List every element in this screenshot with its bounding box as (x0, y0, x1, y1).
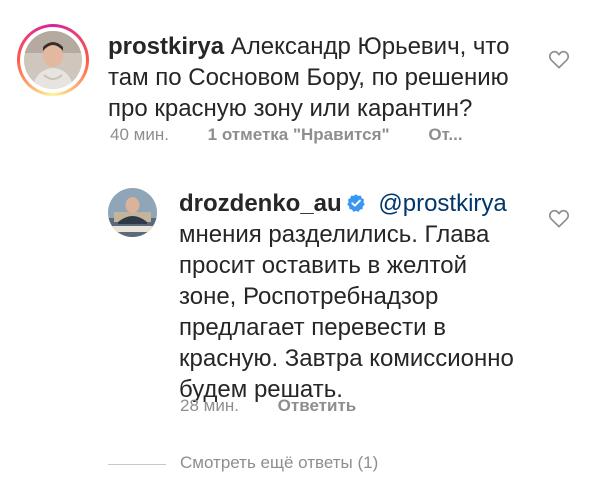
avatar-image (24, 31, 82, 89)
reply-text-line-5: красную. Завтра комиссионно (179, 345, 514, 372)
view-more-replies-button[interactable]: Смотреть ещё ответы (1) (180, 453, 378, 473)
avatar-drozdenko[interactable] (108, 188, 157, 237)
comment-likes-link[interactable]: 1 отметка "Нравится" (208, 125, 390, 144)
heart-outline-icon[interactable] (548, 49, 570, 69)
reply-username[interactable]: drozdenko_au (179, 190, 342, 217)
comment-meta: 40 мин. 1 отметка "Нравится" От... (110, 125, 463, 145)
reply-text-line-1: мнения разделились. Глава (179, 221, 490, 248)
verified-badge-icon (346, 194, 365, 212)
comment-text-line-1: Александр Юрьевич, что (230, 33, 510, 60)
reply-text-line-3: зоне, Роспотребнадзор (179, 283, 439, 310)
reply-time: 28 мин. (180, 396, 239, 415)
avatar-prostkirya[interactable] (24, 31, 82, 89)
comment-line-1: prostkirya Александр Юрьевич, что (108, 31, 548, 62)
reply-text-line-4: предлагает перевести в (179, 314, 446, 341)
reply-mention-link[interactable]: @prostkirya (378, 190, 506, 217)
reply-reply-button[interactable]: Ответить (278, 396, 357, 415)
view-replies-divider (108, 464, 166, 465)
avatar-image (108, 188, 157, 237)
reply-meta: 28 мин. Ответить (180, 396, 356, 416)
comment-username[interactable]: prostkirya (108, 33, 224, 60)
comment-body: prostkirya Александр Юрьевич, что там по… (108, 31, 548, 124)
heart-outline-icon[interactable] (548, 208, 570, 228)
comment-text-line-3: про красную зону или карантин? (108, 95, 473, 122)
comment-reply-button[interactable]: От... (428, 125, 462, 144)
comment-time: 40 мин. (110, 125, 169, 144)
reply-body: drozdenko_au @prostkirya мнения разделил… (179, 188, 539, 405)
comment-text-line-2: там по Сосновом Бору, по решению (108, 64, 509, 91)
reply-text-line-2: просит оставить в желтой (179, 252, 467, 279)
reply-line-1: drozdenko_au @prostkirya (179, 188, 539, 219)
